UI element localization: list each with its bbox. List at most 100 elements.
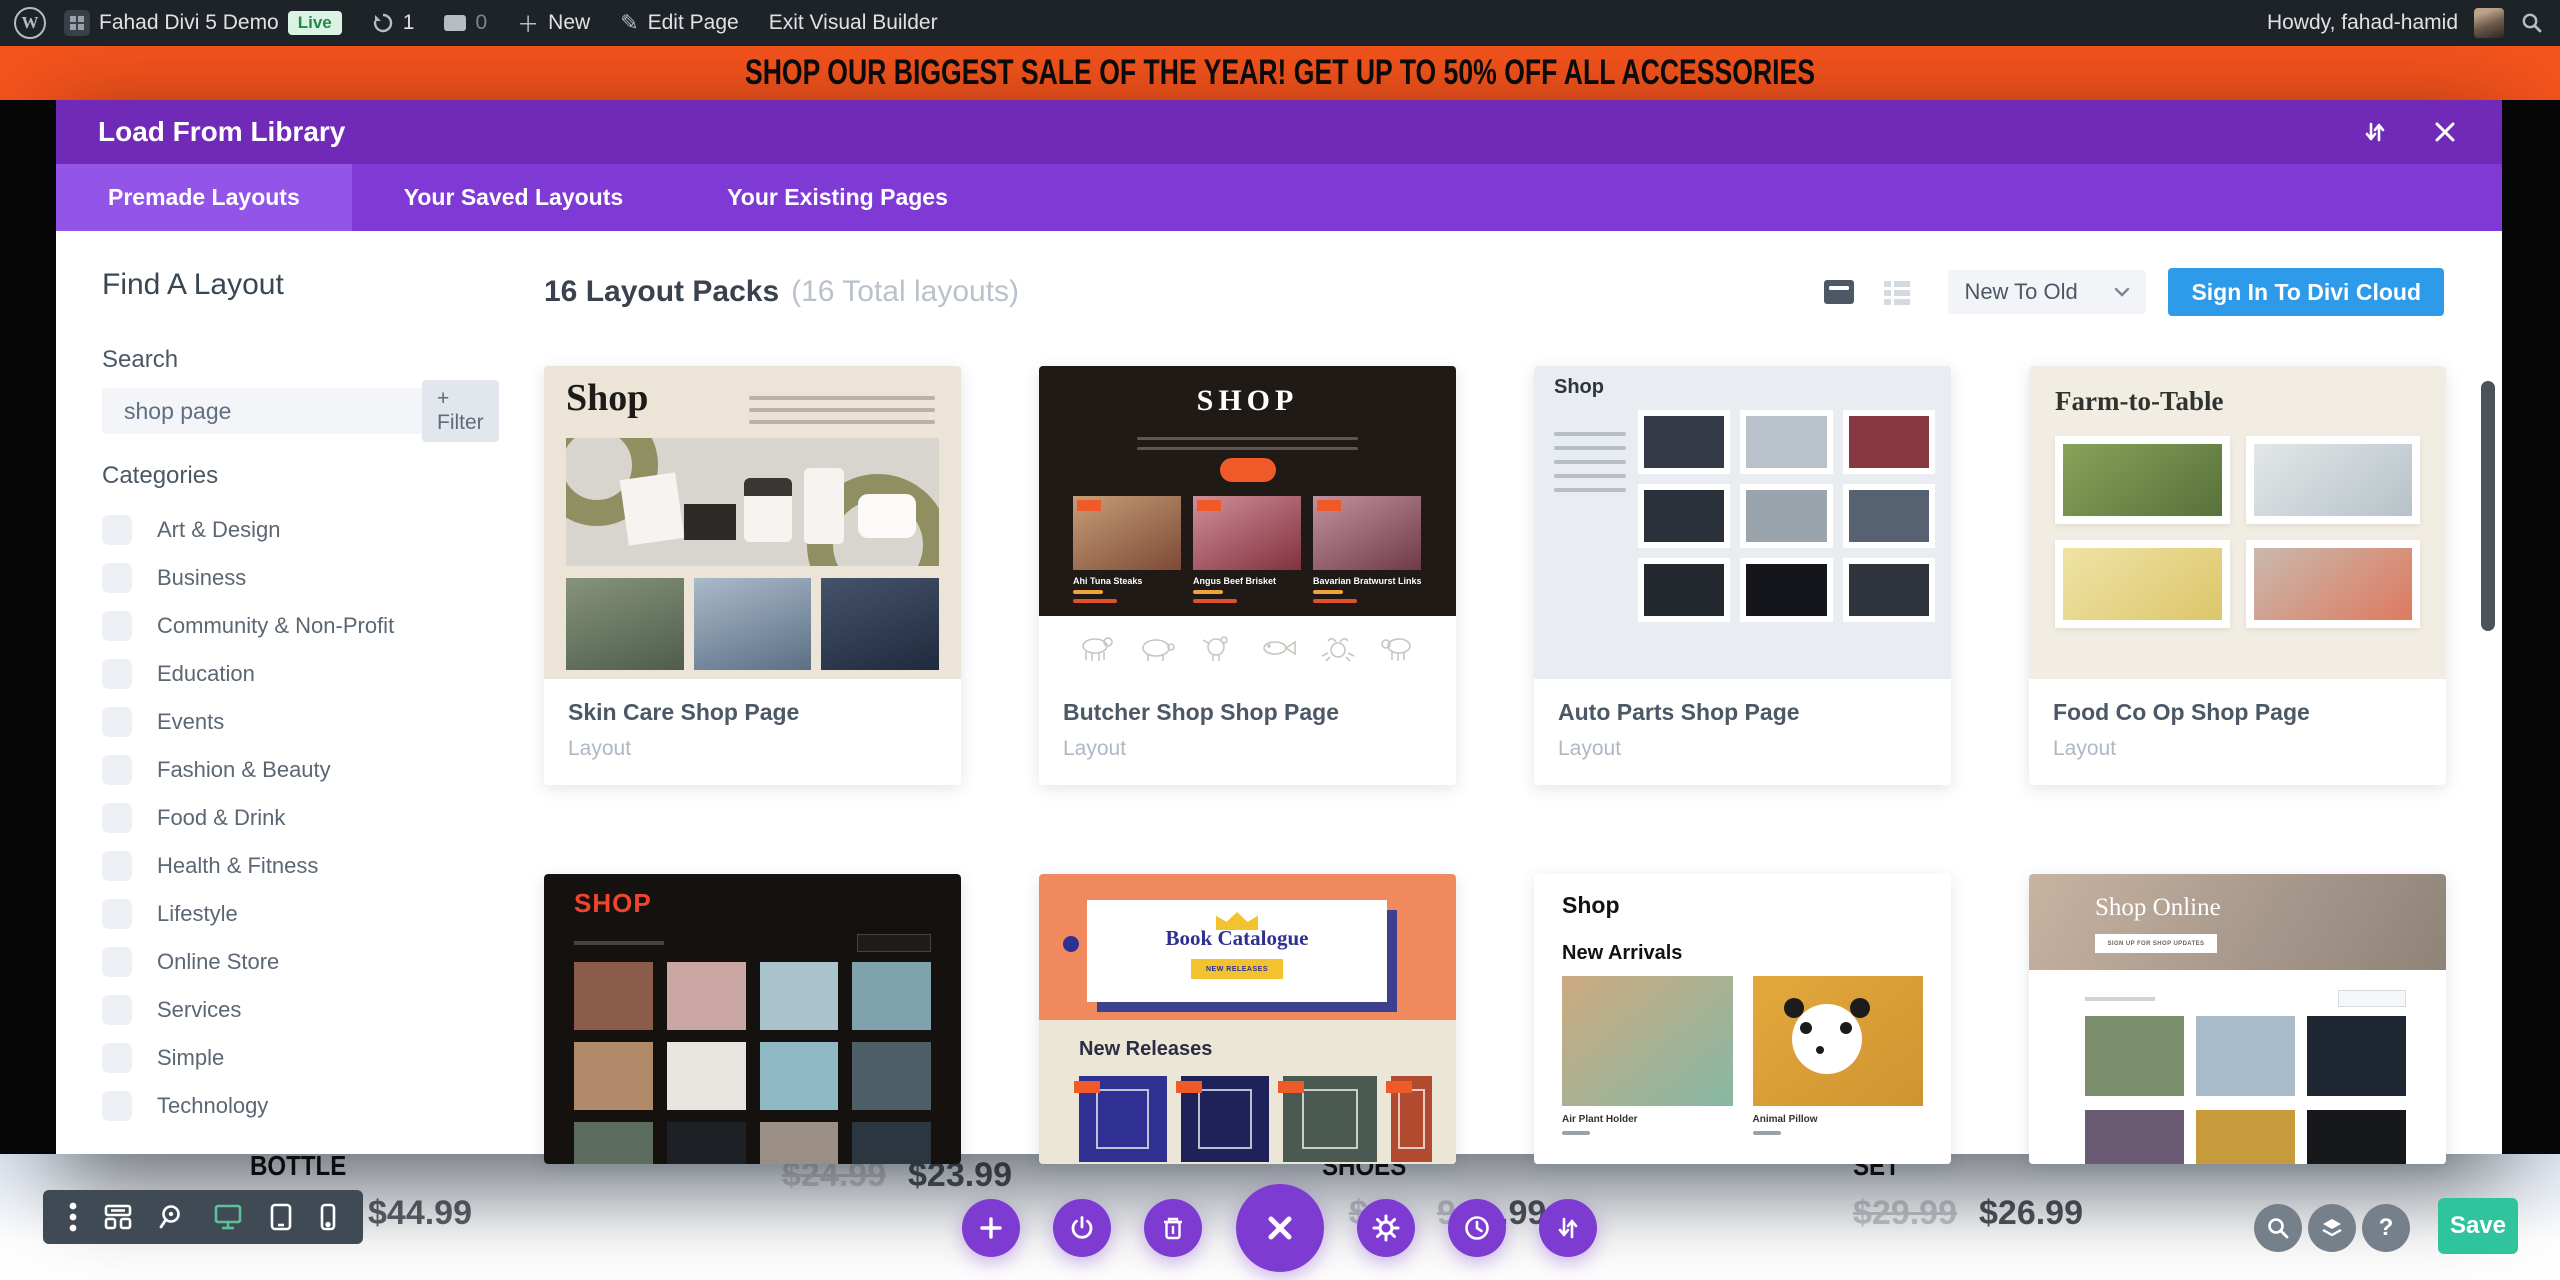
layout-card-title[interactable]: Skin Care Shop Page xyxy=(568,699,937,726)
close-icon[interactable] xyxy=(2430,117,2460,147)
category-row[interactable]: Technology xyxy=(102,1082,512,1130)
site-name[interactable]: Fahad Divi 5 Demo xyxy=(99,11,279,35)
layout-thumbnail: Book Catalogue NEW RELEASES New Releases xyxy=(1039,874,1456,1164)
lamb-icon xyxy=(1381,637,1411,661)
layout-card-food-co-op[interactable]: Farm-to-Table Food Co Op Shop Page Layou… xyxy=(2029,366,2446,785)
thumb-photo-grid: Air Plant Holder Animal Pillow xyxy=(1562,976,1923,1135)
category-checkbox[interactable] xyxy=(102,563,132,593)
search-box[interactable]: + Filter xyxy=(102,380,499,442)
new-content-menu[interactable]: ＋ New xyxy=(517,7,590,39)
category-checkbox[interactable] xyxy=(102,1091,132,1121)
howdy-label[interactable]: Howdy, fahad-hamid xyxy=(2267,11,2458,35)
category-label: Health & Fitness xyxy=(157,853,319,878)
preview-zoom-button[interactable] xyxy=(2254,1204,2302,1252)
clear-layout-button[interactable] xyxy=(1144,1199,1202,1257)
signin-divi-cloud-button[interactable]: Sign In To Divi Cloud xyxy=(2168,268,2444,316)
thumb-photo-grid xyxy=(2055,436,2420,628)
tab-premade-layouts[interactable]: Premade Layouts xyxy=(56,164,352,231)
wireframe-view-button[interactable] xyxy=(103,1203,133,1231)
layout-card-sunglasses[interactable]: SHOP xyxy=(544,874,961,1164)
thumb-product xyxy=(2196,1110,2295,1164)
text-placeholder xyxy=(1554,422,1626,502)
desktop-view-button[interactable] xyxy=(213,1203,243,1231)
category-row[interactable]: Events xyxy=(102,698,512,746)
tab-your-saved-layouts[interactable]: Your Saved Layouts xyxy=(352,164,675,231)
panda-pillow-graphic xyxy=(1784,998,1862,1074)
sort-dropdown[interactable]: New To Old xyxy=(1948,270,2147,314)
category-row[interactable]: Art & Design xyxy=(102,506,512,554)
add-filter-button[interactable]: + Filter xyxy=(422,380,499,442)
category-checkbox[interactable] xyxy=(102,707,132,737)
modal-tab-bar: Premade Layouts Your Saved Layouts Your … xyxy=(56,164,2502,231)
modal-scrollbar[interactable] xyxy=(2481,381,2495,631)
layers-icon xyxy=(2322,1219,2342,1237)
category-row[interactable]: Simple xyxy=(102,1034,512,1082)
layout-card-shop-online[interactable]: Shop Online SIGN UP FOR SHOP UPDATES xyxy=(2029,874,2446,1164)
category-checkbox[interactable] xyxy=(102,899,132,929)
comments-menu[interactable]: 0 xyxy=(444,11,487,35)
category-row[interactable]: Services xyxy=(102,986,512,1034)
category-checkbox[interactable] xyxy=(102,755,132,785)
layout-card-auto-parts[interactable]: Shop Auto Parts Shop Page Layout xyxy=(1534,366,1951,785)
category-row[interactable]: Lifestyle xyxy=(102,890,512,938)
category-row[interactable]: Fashion & Beauty xyxy=(102,746,512,794)
grid-view-button[interactable] xyxy=(1822,277,1856,307)
add-button[interactable] xyxy=(962,1199,1020,1257)
portability-icon[interactable] xyxy=(2360,117,2390,147)
layout-card-skin-care[interactable]: Shop Skin Care Shop Page Layout xyxy=(544,366,961,785)
results-header: 16 Layout Packs (16 Total layouts) New T… xyxy=(544,267,2444,317)
page-settings-button[interactable] xyxy=(1357,1199,1415,1257)
layout-card-title[interactable]: Butcher Shop Shop Page xyxy=(1063,699,1432,726)
layout-card-title[interactable]: Auto Parts Shop Page xyxy=(1558,699,1927,726)
layout-card-new-arrivals[interactable]: Shop New Arrivals Air Plant Holder Anima… xyxy=(1534,874,1951,1164)
category-checkbox[interactable] xyxy=(102,659,132,689)
menu-dots-button[interactable] xyxy=(69,1201,77,1233)
avatar[interactable] xyxy=(2474,8,2504,38)
category-checkbox[interactable] xyxy=(102,611,132,641)
category-checkbox[interactable] xyxy=(102,947,132,977)
tablet-view-button[interactable] xyxy=(269,1203,293,1231)
search-icon[interactable] xyxy=(2520,11,2544,35)
layout-card-subtitle: Layout xyxy=(1558,737,1622,760)
category-label: Community & Non-Profit xyxy=(157,613,395,638)
portability-button[interactable] xyxy=(1539,1199,1597,1257)
category-checkbox[interactable] xyxy=(102,995,132,1025)
category-row[interactable]: Business xyxy=(102,554,512,602)
site-menu[interactable]: Fahad Divi 5 Demo Live xyxy=(64,10,342,36)
plus-icon: ＋ xyxy=(517,12,540,37)
category-row[interactable]: Online Store xyxy=(102,938,512,986)
phone-view-button[interactable] xyxy=(319,1203,337,1231)
tab-your-existing-pages[interactable]: Your Existing Pages xyxy=(675,164,1000,231)
category-checkbox[interactable] xyxy=(102,803,132,833)
thumb-hero-card: Book Catalogue NEW RELEASES xyxy=(1087,900,1387,1002)
save-button[interactable]: Save xyxy=(2438,1198,2518,1254)
thumb-product xyxy=(574,1122,653,1164)
edit-page-menu[interactable]: ✎ Edit Page xyxy=(620,10,739,36)
layout-card-book-catalogue[interactable]: Book Catalogue NEW RELEASES New Releases xyxy=(1039,874,1456,1164)
exit-visual-builder[interactable]: Exit Visual Builder xyxy=(769,11,938,35)
list-view-button[interactable] xyxy=(1882,277,1912,307)
category-checkbox[interactable] xyxy=(102,1043,132,1073)
category-row[interactable]: Community & Non-Profit xyxy=(102,602,512,650)
zoom-button[interactable] xyxy=(159,1203,187,1231)
layout-card-butcher[interactable]: SHOP Ahi Tuna Steaks Angus Beef Brisket … xyxy=(1039,366,1456,785)
search-input[interactable] xyxy=(122,396,422,426)
product-old-price: $29.99 xyxy=(1853,1194,1957,1232)
category-row[interactable]: Health & Fitness xyxy=(102,842,512,890)
editing-history-button[interactable] xyxy=(1448,1199,1506,1257)
category-row[interactable]: Food & Drink xyxy=(102,794,512,842)
modal-body: Find A Layout Search + Filter Categories… xyxy=(56,231,2502,1164)
updates-menu[interactable]: 1 xyxy=(372,11,414,35)
category-checkbox[interactable] xyxy=(102,851,132,881)
thumb-product xyxy=(2307,1110,2406,1164)
category-checkbox[interactable] xyxy=(102,515,132,545)
save-to-library-button[interactable] xyxy=(1053,1199,1111,1257)
layers-button[interactable] xyxy=(2308,1204,2356,1252)
help-button[interactable]: ? xyxy=(2362,1204,2410,1252)
thumb-hero-image: Shop Online SIGN UP FOR SHOP UPDATES xyxy=(2029,874,2446,970)
layout-thumbnail: Shop xyxy=(1534,366,1951,679)
close-settings-button[interactable] xyxy=(1236,1184,1324,1272)
wordpress-logo-icon[interactable]: W xyxy=(14,7,46,39)
layout-card-title[interactable]: Food Co Op Shop Page xyxy=(2053,699,2422,726)
category-row[interactable]: Education xyxy=(102,650,512,698)
